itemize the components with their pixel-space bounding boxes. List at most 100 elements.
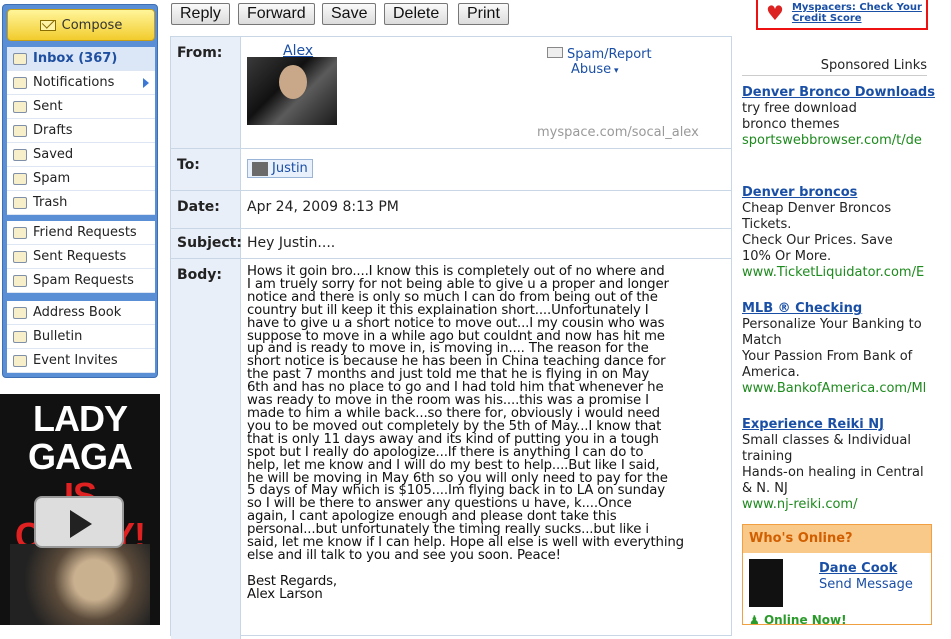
- recipient-name: Justin: [272, 161, 308, 176]
- sidebar-item-sent[interactable]: Sent: [7, 95, 155, 119]
- spam-report-link[interactable]: Spam/Report Abuse ▾: [547, 47, 652, 77]
- to-label: To:: [171, 149, 241, 190]
- ad-text: Personalize Your Banking to Match: [742, 317, 922, 348]
- sidebar-item-trash[interactable]: Trash: [7, 191, 155, 215]
- sidebar-item-sent-requests[interactable]: Sent Requests: [7, 245, 155, 269]
- ad-text: Cheap Denver Broncos Tickets.: [742, 201, 892, 232]
- sidebar-item-friend-requests[interactable]: Friend Requests: [7, 221, 155, 245]
- ad-url[interactable]: www.BankofAmerica.com/Ml: [742, 381, 951, 397]
- sidebar-item-label: Sent: [33, 99, 63, 114]
- delete-button[interactable]: Delete: [384, 3, 449, 25]
- sidebar-item-event-invites[interactable]: Event Invites: [7, 349, 155, 373]
- ad-text-2: Hands-on healing in Central & N. NJ: [742, 465, 924, 496]
- message-view: From: Alex Spam/Report Abuse ▾ myspace.c…: [170, 36, 732, 639]
- ad-title[interactable]: Experience Reiki NJ: [742, 417, 951, 433]
- saved-icon: [13, 148, 27, 161]
- compose-label: Compose: [61, 17, 123, 33]
- sidebar-item-label: Address Book: [33, 305, 122, 320]
- print-button[interactable]: Print: [458, 3, 509, 25]
- sent-icon: [13, 100, 27, 113]
- sponsored-ad: Denver Bronco Downloads try free downloa…: [742, 85, 951, 149]
- sent-requests-icon: [13, 250, 27, 263]
- body-label: Body:: [171, 259, 241, 639]
- mail-folders: Inbox (367) Notifications Sent Drafts Saved S…: [7, 47, 155, 215]
- sidebar-item-label: Drafts: [33, 123, 73, 138]
- sidebar-item-address-book[interactable]: Address Book: [7, 301, 155, 325]
- sidebar-item-label: Inbox (367): [33, 51, 118, 66]
- sidebar-item-saved[interactable]: Saved: [7, 143, 155, 167]
- forward-button[interactable]: Forward: [238, 3, 315, 25]
- ad-title[interactable]: Denver Bronco Downloads: [742, 85, 951, 101]
- sidebar-item-inbox[interactable]: Inbox (367): [7, 47, 155, 71]
- ad-title[interactable]: MLB ® Checking: [742, 301, 951, 317]
- sidebar-item-label: Bulletin: [33, 329, 83, 344]
- ad-text: try free download bronco themes: [742, 101, 857, 132]
- sidebar-item-label: Spam: [33, 171, 71, 186]
- to-value: Justin: [247, 159, 725, 180]
- sender-avatar[interactable]: [247, 57, 337, 125]
- sidebar-item-label: Friend Requests: [33, 225, 137, 240]
- subject-row: Subject: Hey Justin....: [171, 229, 731, 259]
- compose-button[interactable]: Compose: [7, 9, 155, 41]
- sidebar-item-bulletin[interactable]: Bulletin: [7, 325, 155, 349]
- sidebar-item-spam-requests[interactable]: Spam Requests: [7, 269, 155, 293]
- credit-score-ad[interactable]: ♥ Myspacers: Check Your Credit Score: [756, 0, 928, 30]
- message-body: Hows it goin bro....I know this is compl…: [247, 264, 684, 602]
- ad-text-2: Your Passion From Bank of America.: [742, 349, 913, 380]
- ad-url[interactable]: www.nj-reiki.com/: [742, 497, 951, 513]
- sidebar-item-label: Saved: [33, 147, 74, 162]
- save-button[interactable]: Save: [322, 3, 377, 25]
- from-row: From: Alex Spam/Report Abuse ▾ myspace.c…: [171, 37, 731, 149]
- friend-requests-icon: [13, 226, 27, 239]
- ad-text-2: Check Our Prices. Save 10% Or More.: [742, 233, 893, 264]
- date-label: Date:: [171, 191, 241, 228]
- date-row: Date: Apr 24, 2009 8:13 PM: [171, 191, 731, 229]
- send-message-link[interactable]: Send Message: [819, 577, 913, 592]
- to-row: To: Justin: [171, 149, 731, 191]
- lady-gaga-ad[interactable]: LADY GAGA IS CRAZY!: [0, 394, 160, 625]
- mail-sidebar: Compose Inbox (367) Notifications Sent Draf…: [2, 4, 158, 378]
- subject-label: Subject:: [171, 229, 242, 258]
- online-user-avatar[interactable]: [749, 559, 783, 607]
- online-user-name[interactable]: Dane Cook: [819, 561, 897, 576]
- sidebar-item-label: Spam Requests: [33, 273, 134, 288]
- sidebar-item-label: Notifications: [33, 75, 115, 90]
- profile-url: myspace.com/socal_alex: [537, 125, 699, 140]
- whos-online-panel: Who's Online? Dane Cook Send Message ♟ O…: [742, 524, 932, 627]
- sponsored-ad: Experience Reiki NJ Small classes & Indi…: [742, 417, 951, 513]
- sidebar-item-label: Sent Requests: [33, 249, 127, 264]
- event-invites-icon: [13, 354, 27, 367]
- dropdown-arrow-icon: ▾: [611, 66, 619, 76]
- ad-headline-1: LADY GAGA: [28, 398, 133, 477]
- ad-url[interactable]: sportswebbrowser.com/t/de: [742, 133, 951, 149]
- body-row: Body: Hows it goin bro....I know this is…: [171, 259, 731, 639]
- compose-envelope-icon: [39, 19, 56, 31]
- notifications-icon: [13, 76, 27, 89]
- ad-title[interactable]: Denver broncos: [742, 185, 951, 201]
- trash-icon: [13, 196, 27, 209]
- sidebar-item-label: Trash: [33, 195, 68, 210]
- reply-button[interactable]: Reply: [171, 3, 230, 25]
- ad-url[interactable]: www.TicketLiquidator.com/E: [742, 265, 951, 281]
- play-icon[interactable]: [34, 496, 124, 548]
- from-label: From:: [171, 37, 241, 148]
- sponsored-ad: Denver broncos Cheap Denver Broncos Tick…: [742, 185, 951, 281]
- sidebar-item-label: Event Invites: [33, 353, 118, 368]
- address-book-icon: [13, 306, 27, 319]
- spam-report-icon: [547, 47, 563, 58]
- sidebar-item-notifications[interactable]: Notifications: [7, 71, 155, 95]
- bulletin-icon: [13, 330, 27, 343]
- credit-score-link[interactable]: Myspacers: Check Your Credit Score: [792, 2, 926, 24]
- recipient-avatar-icon: [252, 161, 268, 176]
- ad-text: Small classes & Individual training: [742, 433, 911, 464]
- sidebar-item-spam[interactable]: Spam: [7, 167, 155, 191]
- sidebar-item-drafts[interactable]: Drafts: [7, 119, 155, 143]
- date-value: Apr 24, 2009 8:13 PM: [247, 199, 399, 215]
- sponsored-links-heading: Sponsored Links: [742, 58, 927, 76]
- heart-icon: ♥: [766, 1, 784, 25]
- subject-value: Hey Justin....: [247, 235, 336, 251]
- spam-icon: [13, 172, 27, 185]
- chevron-right-icon[interactable]: [143, 78, 149, 88]
- recipient-chip[interactable]: Justin: [247, 159, 313, 178]
- spam-requests-icon: [13, 274, 27, 287]
